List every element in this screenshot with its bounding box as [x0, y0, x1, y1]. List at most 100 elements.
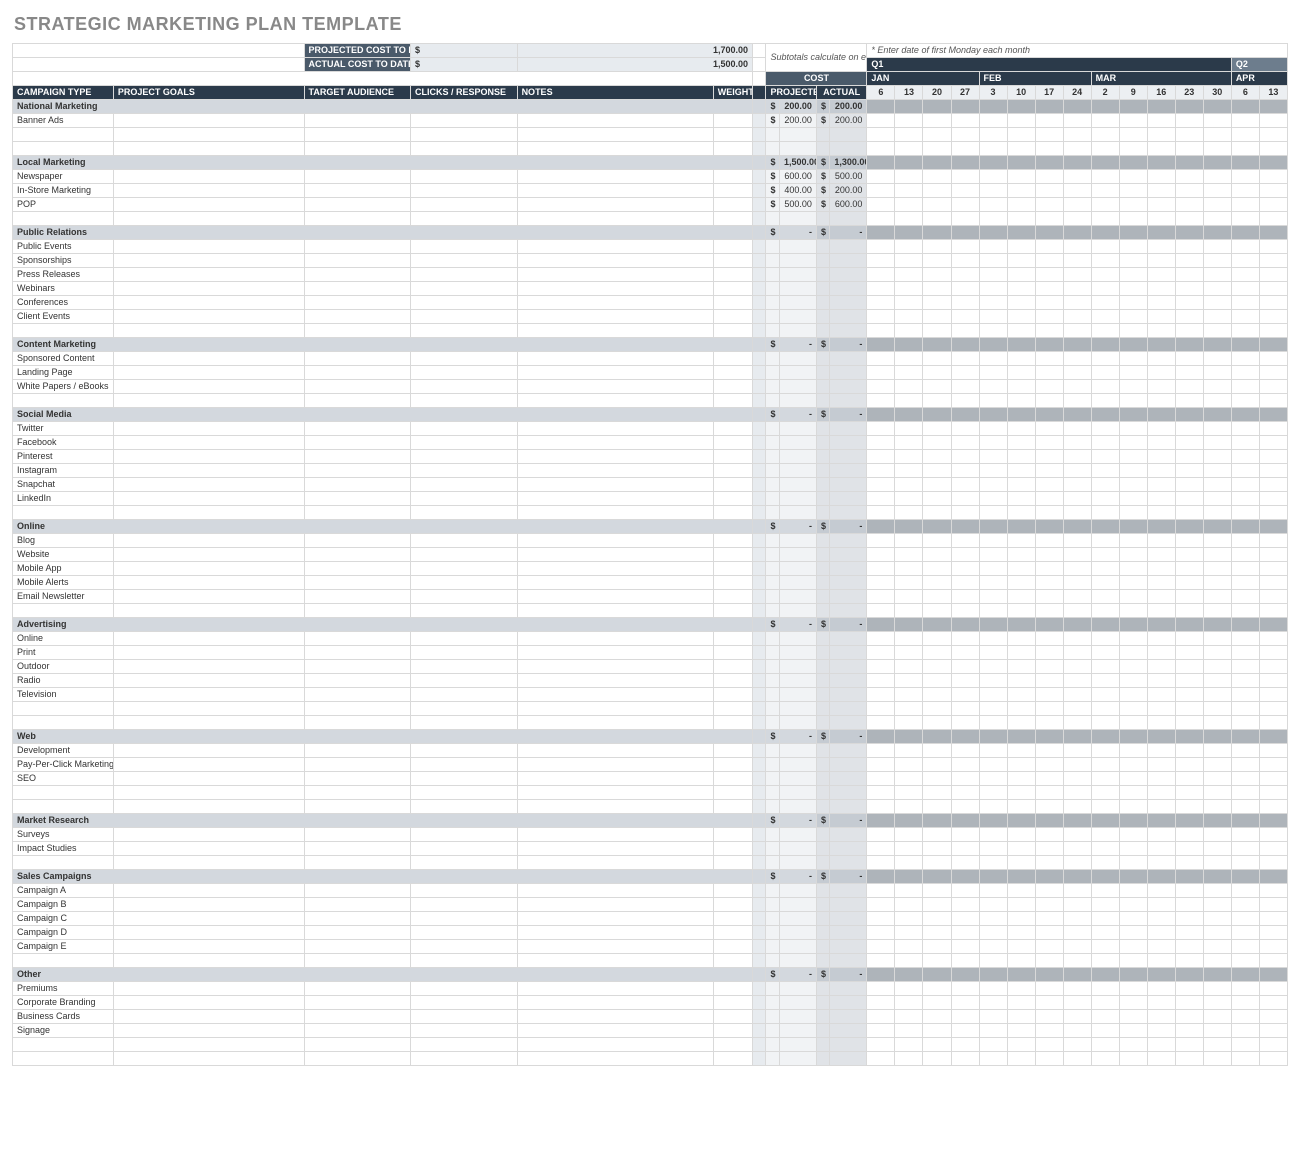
campaign-type-cell[interactable] — [13, 702, 114, 716]
blank-cell[interactable] — [411, 954, 518, 968]
blank-cell[interactable] — [304, 1010, 411, 1024]
campaign-type-cell[interactable]: Webinars — [13, 282, 114, 296]
blank-cell[interactable] — [411, 828, 518, 842]
blank-cell[interactable] — [713, 856, 752, 870]
blank-cell[interactable] — [411, 492, 518, 506]
blank-cell[interactable] — [517, 688, 713, 702]
blank-cell[interactable] — [517, 660, 713, 674]
blank-cell[interactable] — [713, 380, 752, 394]
blank-cell[interactable] — [304, 198, 411, 212]
blank-cell[interactable] — [713, 422, 752, 436]
blank-cell[interactable] — [411, 772, 518, 786]
campaign-type-cell[interactable]: Television — [13, 688, 114, 702]
blank-cell[interactable] — [113, 296, 304, 310]
blank-cell[interactable] — [411, 1038, 518, 1052]
blank-cell[interactable] — [713, 828, 752, 842]
blank-cell[interactable] — [113, 422, 304, 436]
section-heading[interactable]: Other — [13, 968, 753, 982]
blank-cell[interactable] — [113, 380, 304, 394]
campaign-type-cell[interactable] — [13, 800, 114, 814]
blank-cell[interactable] — [713, 576, 752, 590]
campaign-type-cell[interactable]: SEO — [13, 772, 114, 786]
blank-cell[interactable] — [304, 114, 411, 128]
blank-cell[interactable] — [517, 954, 713, 968]
blank-cell[interactable] — [304, 464, 411, 478]
blank-cell[interactable] — [304, 912, 411, 926]
blank-cell[interactable] — [713, 772, 752, 786]
blank-cell[interactable] — [113, 632, 304, 646]
blank-cell[interactable] — [517, 632, 713, 646]
blank-cell[interactable] — [411, 660, 518, 674]
blank-cell[interactable] — [411, 240, 518, 254]
blank-cell[interactable] — [713, 842, 752, 856]
blank-cell[interactable] — [113, 310, 304, 324]
campaign-type-cell[interactable]: Campaign B — [13, 898, 114, 912]
blank-cell[interactable] — [517, 380, 713, 394]
blank-cell[interactable] — [411, 856, 518, 870]
blank-cell[interactable] — [304, 716, 411, 730]
blank-cell[interactable] — [713, 254, 752, 268]
blank-cell[interactable] — [713, 1038, 752, 1052]
blank-cell[interactable] — [411, 758, 518, 772]
blank-cell[interactable] — [304, 744, 411, 758]
campaign-type-cell[interactable]: Business Cards — [13, 1010, 114, 1024]
blank-cell[interactable] — [411, 1010, 518, 1024]
campaign-type-cell[interactable]: Development — [13, 744, 114, 758]
blank-cell[interactable] — [411, 254, 518, 268]
blank-cell[interactable] — [517, 576, 713, 590]
blank-cell[interactable] — [411, 114, 518, 128]
blank-cell[interactable] — [713, 912, 752, 926]
campaign-type-cell[interactable]: Public Events — [13, 240, 114, 254]
campaign-type-cell[interactable]: Instagram — [13, 464, 114, 478]
blank-cell[interactable] — [411, 842, 518, 856]
blank-cell[interactable] — [113, 198, 304, 212]
blank-cell[interactable] — [113, 1038, 304, 1052]
blank-cell[interactable] — [304, 982, 411, 996]
campaign-type-cell[interactable]: Facebook — [13, 436, 114, 450]
blank-cell[interactable] — [411, 534, 518, 548]
blank-cell[interactable] — [517, 128, 713, 142]
blank-cell[interactable] — [713, 646, 752, 660]
blank-cell[interactable] — [713, 114, 752, 128]
blank-cell[interactable] — [713, 436, 752, 450]
blank-cell[interactable] — [411, 982, 518, 996]
blank-cell[interactable] — [113, 142, 304, 156]
blank-cell[interactable] — [304, 240, 411, 254]
campaign-type-cell[interactable]: Blog — [13, 534, 114, 548]
blank-cell[interactable] — [304, 842, 411, 856]
campaign-type-cell[interactable]: Premiums — [13, 982, 114, 996]
campaign-type-cell[interactable]: Print — [13, 646, 114, 660]
blank-cell[interactable] — [713, 940, 752, 954]
blank-cell[interactable] — [304, 1024, 411, 1038]
blank-cell[interactable] — [113, 548, 304, 562]
blank-cell[interactable] — [113, 646, 304, 660]
blank-cell[interactable] — [304, 660, 411, 674]
blank-cell[interactable] — [113, 352, 304, 366]
blank-cell[interactable] — [113, 702, 304, 716]
blank-cell[interactable] — [517, 926, 713, 940]
blank-cell[interactable] — [713, 926, 752, 940]
blank-cell[interactable] — [304, 548, 411, 562]
blank-cell[interactable] — [713, 352, 752, 366]
campaign-type-cell[interactable]: Banner Ads — [13, 114, 114, 128]
campaign-type-cell[interactable]: Pinterest — [13, 450, 114, 464]
blank-cell[interactable] — [517, 422, 713, 436]
blank-cell[interactable] — [113, 212, 304, 226]
blank-cell[interactable] — [517, 716, 713, 730]
blank-cell[interactable] — [713, 716, 752, 730]
blank-cell[interactable] — [113, 128, 304, 142]
campaign-type-cell[interactable]: Twitter — [13, 422, 114, 436]
blank-cell[interactable] — [304, 282, 411, 296]
campaign-type-cell[interactable]: LinkedIn — [13, 492, 114, 506]
blank-cell[interactable] — [411, 744, 518, 758]
blank-cell[interactable] — [113, 828, 304, 842]
blank-cell[interactable] — [304, 394, 411, 408]
campaign-type-cell[interactable]: Outdoor — [13, 660, 114, 674]
blank-cell[interactable] — [713, 394, 752, 408]
blank-cell[interactable] — [113, 996, 304, 1010]
campaign-type-cell[interactable]: Campaign A — [13, 884, 114, 898]
section-heading[interactable]: Sales Campaigns — [13, 870, 753, 884]
blank-cell[interactable] — [517, 856, 713, 870]
blank-cell[interactable] — [517, 702, 713, 716]
blank-cell[interactable] — [517, 1052, 713, 1066]
